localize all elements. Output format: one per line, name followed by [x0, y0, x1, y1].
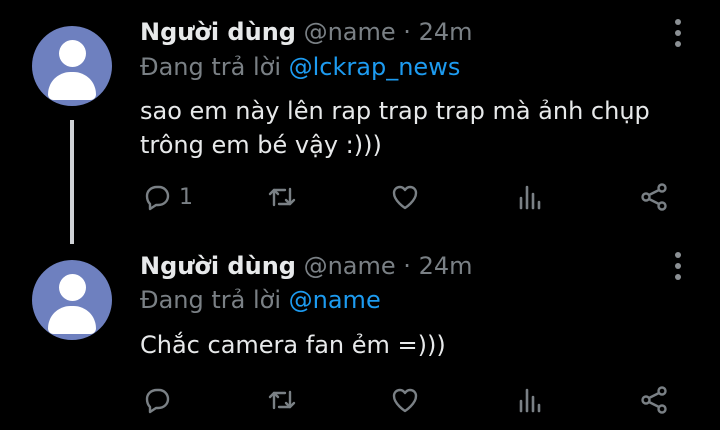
reply-count: 1 — [179, 184, 193, 210]
tweet-2-text: Chắc camera fan ẻm =))) — [140, 331, 446, 359]
tweet-actions: 1 — [0, 177, 720, 217]
retweet-icon — [268, 187, 296, 207]
tweet-actions — [0, 380, 720, 420]
share-icon — [641, 183, 667, 211]
retweet-button[interactable] — [266, 177, 298, 217]
tweet-2-header: Người dùng @name · 24m — [140, 251, 473, 281]
reply-icon — [145, 185, 170, 211]
timestamp[interactable]: 24m — [419, 252, 473, 280]
share-button[interactable] — [638, 177, 670, 217]
reply-prefix: Đang trả lời — [140, 286, 289, 314]
like-icon — [392, 388, 418, 413]
separator-dot: · — [403, 18, 411, 46]
display-name[interactable]: Người dùng — [140, 18, 296, 46]
reply-prefix: Đang trả lời — [140, 53, 289, 81]
user-handle[interactable]: @name — [304, 252, 396, 280]
user-handle[interactable]: @name — [304, 18, 396, 46]
more-icon[interactable] — [670, 252, 686, 280]
like-icon — [392, 185, 418, 210]
like-button[interactable] — [389, 177, 421, 217]
reply-button[interactable] — [141, 380, 179, 420]
views-button[interactable] — [515, 380, 547, 420]
views-button[interactable] — [515, 177, 547, 217]
views-icon — [519, 388, 541, 413]
reply-icon — [145, 388, 170, 414]
tweet-1-header: Người dùng @name · 24m — [140, 17, 473, 47]
share-icon — [641, 386, 667, 414]
timestamp[interactable]: 24m — [419, 18, 473, 46]
tweet-1-reply-context: Đang trả lời @lckrap_news — [140, 52, 460, 82]
retweet-button[interactable] — [266, 380, 298, 420]
avatar-icon[interactable] — [32, 26, 112, 106]
views-icon — [519, 185, 541, 210]
separator-dot: · — [403, 252, 411, 280]
tweet-1-text: sao em này lên rap trap trap mà ảnh chụp… — [140, 97, 650, 159]
like-button[interactable] — [389, 380, 421, 420]
retweet-icon — [268, 390, 296, 410]
share-button[interactable] — [638, 380, 670, 420]
reply-mention[interactable]: @name — [289, 286, 381, 314]
reply-button[interactable]: 1 — [141, 177, 193, 217]
tweet-2-reply-context: Đang trả lời @name — [140, 285, 381, 315]
display-name[interactable]: Người dùng — [140, 252, 296, 280]
more-icon[interactable] — [670, 19, 686, 47]
avatar-icon[interactable] — [32, 260, 112, 340]
reply-mention[interactable]: @lckrap_news — [289, 53, 461, 81]
